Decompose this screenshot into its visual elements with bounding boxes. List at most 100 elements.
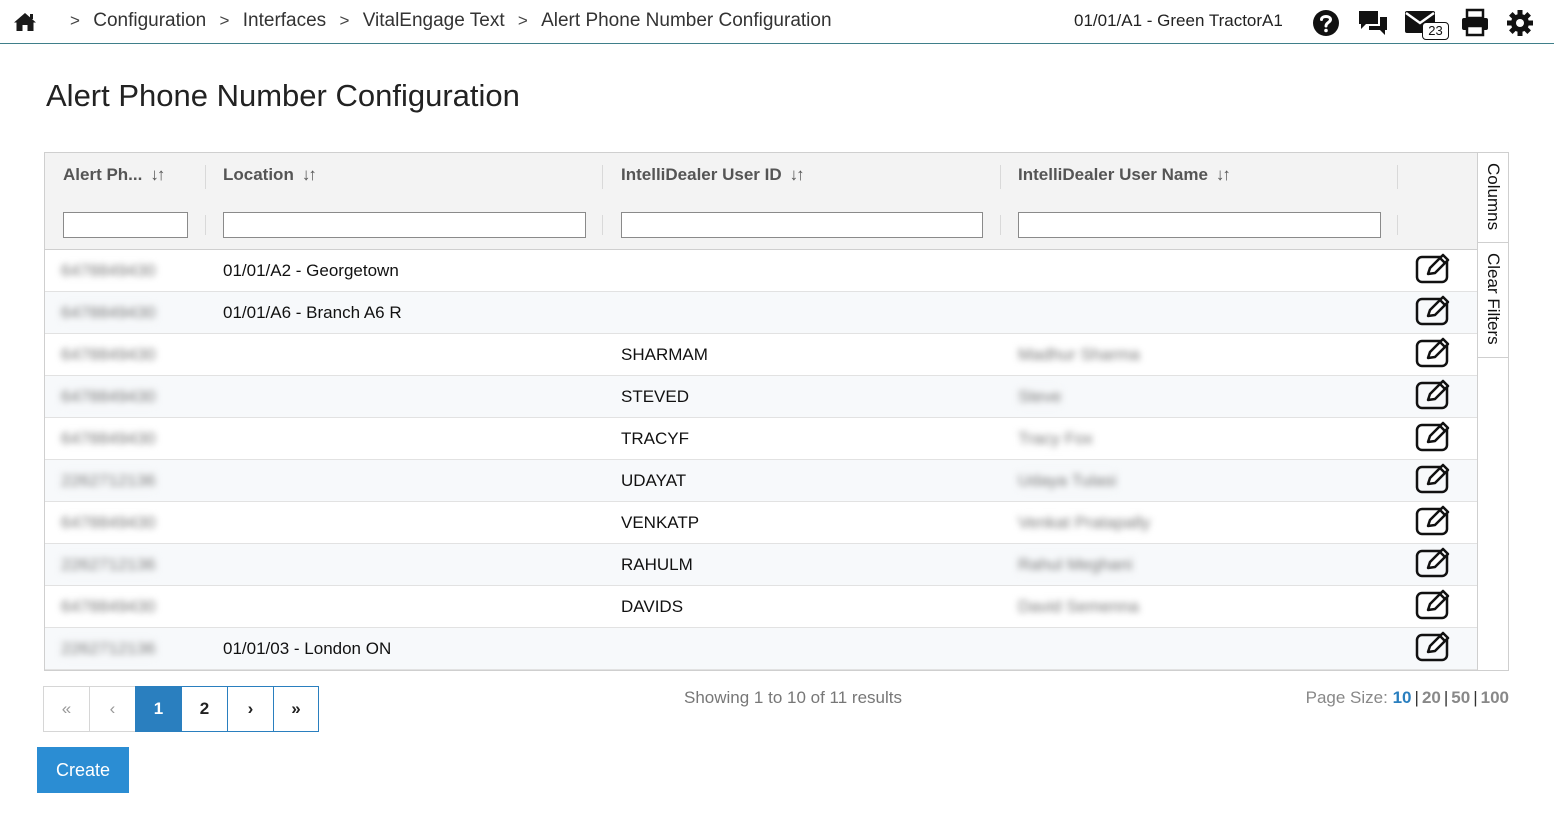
table-row: 2262712136 RAHULM Rahul Meghani — [45, 544, 1479, 586]
results-summary: Showing 1 to 10 of 11 results — [684, 688, 902, 707]
cell-user-name: David Semenna — [1018, 597, 1139, 617]
page-size-label: Page Size: — [1305, 688, 1388, 707]
filter-alert-phone[interactable] — [63, 212, 188, 238]
column-header-location[interactable]: Location ↓↑ — [223, 165, 317, 191]
table-row: 6478849430 SHARMAM Madhur Sharma — [45, 334, 1479, 376]
prev-page-button[interactable]: ‹ — [89, 686, 135, 732]
column-divider[interactable] — [1000, 165, 1001, 189]
table-row: 6478849430 TRACYF Tracy Fox — [45, 418, 1479, 460]
cell-user-name: Steve — [1018, 387, 1062, 407]
store-selector[interactable]: 01/01/A1 - Green TractorA1 — [1074, 11, 1283, 31]
create-button[interactable]: Create — [37, 747, 129, 793]
column-divider[interactable] — [205, 165, 206, 189]
print-icon[interactable] — [1460, 8, 1490, 38]
breadcrumb-vitalengage-text[interactable]: VitalEngage Text — [363, 10, 505, 32]
cell-user-id: VENKATP — [621, 513, 700, 532]
page-button-1[interactable]: 1 — [135, 686, 181, 732]
breadcrumb-interfaces[interactable]: Interfaces — [243, 10, 326, 32]
grid-header: Alert Ph... ↓↑ Location ↓↑ IntelliDealer U… — [45, 153, 1479, 250]
page-size-50[interactable]: 50 — [1451, 688, 1470, 707]
cell-alert-phone: 6478849430 — [61, 303, 156, 323]
page-title: Alert Phone Number Configuration — [46, 78, 520, 113]
page-size-20[interactable]: 20 — [1422, 688, 1441, 707]
edit-icon[interactable] — [1415, 463, 1451, 495]
table-row: 2262712136 UDAYAT Udaya Tulasi — [45, 460, 1479, 502]
page-button-2[interactable]: 2 — [181, 686, 227, 732]
column-divider[interactable] — [602, 165, 603, 189]
help-icon[interactable] — [1312, 8, 1340, 38]
column-header-user-name[interactable]: IntelliDealer User Name ↓↑ — [1018, 165, 1231, 191]
cell-user-name: Udaya Tulasi — [1018, 471, 1117, 491]
edit-icon[interactable] — [1415, 589, 1451, 621]
column-label: Location — [223, 165, 294, 184]
breadcrumb-separator: > — [339, 11, 350, 30]
cell-alert-phone: 2262712136 — [61, 555, 156, 575]
cell-user-id: RAHULM — [621, 555, 693, 574]
filter-user-id[interactable] — [621, 212, 983, 238]
sort-icon[interactable]: ↓↑ — [1216, 165, 1231, 184]
edit-icon[interactable] — [1415, 379, 1451, 411]
cell-alert-phone: 6478849430 — [61, 345, 156, 365]
breadcrumb-configuration[interactable]: Configuration — [93, 10, 206, 32]
column-divider — [1397, 215, 1398, 235]
cell-alert-phone: 2262712136 — [61, 471, 156, 491]
filter-location[interactable] — [223, 212, 586, 238]
edit-icon[interactable] — [1415, 295, 1451, 327]
page-size-100[interactable]: 100 — [1481, 688, 1509, 707]
side-tabs: Columns Clear Filters — [1477, 152, 1509, 671]
sort-icon[interactable]: ↓↑ — [150, 165, 165, 184]
chat-icon[interactable] — [1358, 8, 1388, 38]
cell-location: 01/01/A6 - Branch A6 R — [223, 303, 402, 322]
edit-icon[interactable] — [1415, 337, 1451, 369]
cell-user-name: Rahul Meghani — [1018, 555, 1133, 575]
alert-phone-grid: Alert Ph... ↓↑ Location ↓↑ IntelliDealer U… — [44, 152, 1479, 671]
breadcrumb-current: Alert Phone Number Configuration — [541, 10, 832, 31]
edit-icon[interactable] — [1415, 421, 1451, 453]
cell-user-name: Tracy Fox — [1018, 429, 1093, 449]
table-row: 6478849430 01/01/A2 - Georgetown — [45, 250, 1479, 292]
column-divider[interactable] — [1397, 165, 1398, 189]
page-size-selector: Page Size: 10 | 20 | 50 | 100 — [1305, 688, 1509, 707]
next-page-button[interactable]: › — [227, 686, 273, 732]
home-icon[interactable] — [12, 10, 38, 34]
table-row: 2262712136 01/01/03 - London ON — [45, 628, 1479, 670]
cell-alert-phone: 6478849430 — [61, 513, 156, 533]
cell-user-name: Venkat Pratapally — [1018, 513, 1151, 533]
column-header-user-id[interactable]: IntelliDealer User ID ↓↑ — [621, 165, 805, 191]
cell-user-id: UDAYAT — [621, 471, 687, 490]
gear-icon[interactable] — [1506, 8, 1534, 38]
mail-count-badge: 23 — [1422, 22, 1449, 40]
column-label: IntelliDealer User Name — [1018, 165, 1208, 184]
columns-tab[interactable]: Columns — [1478, 153, 1508, 243]
last-page-button[interactable]: » — [273, 686, 319, 732]
edit-icon[interactable] — [1415, 547, 1451, 579]
breadcrumb-separator: > — [517, 11, 528, 30]
cell-alert-phone: 6478849430 — [61, 387, 156, 407]
column-label: Alert Ph... — [63, 165, 143, 184]
column-label: IntelliDealer User ID — [621, 165, 782, 184]
column-header-alert-phone[interactable]: Alert Ph... ↓↑ — [63, 165, 165, 191]
breadcrumb-separator: > — [219, 11, 230, 30]
sort-icon[interactable]: ↓↑ — [302, 165, 317, 184]
cell-alert-phone: 6478849430 — [61, 597, 156, 617]
clear-filters-tab[interactable]: Clear Filters — [1478, 243, 1508, 358]
top-bar: > Configuration > Interfaces > VitalEnga… — [0, 0, 1554, 44]
cell-location: 01/01/03 - London ON — [223, 639, 392, 658]
edit-icon[interactable] — [1415, 505, 1451, 537]
column-divider — [205, 215, 206, 235]
table-row: 6478849430 DAVIDS David Semenna — [45, 586, 1479, 628]
cell-location: 01/01/A2 - Georgetown — [223, 261, 399, 280]
breadcrumb: > Configuration > Interfaces > VitalEnga… — [62, 10, 832, 32]
page-size-10[interactable]: 10 — [1393, 688, 1412, 707]
edit-icon[interactable] — [1415, 631, 1451, 663]
edit-icon[interactable] — [1415, 253, 1451, 285]
first-page-button[interactable]: « — [43, 686, 89, 732]
cell-user-id: TRACYF — [621, 429, 689, 448]
table-row: 6478849430 STEVED Steve — [45, 376, 1479, 418]
pagination: « ‹ 1 2 › » — [43, 686, 319, 732]
cell-user-id: DAVIDS — [621, 597, 684, 616]
cell-alert-phone: 2262712136 — [61, 639, 156, 659]
table-row: 6478849430 01/01/A6 - Branch A6 R — [45, 292, 1479, 334]
sort-icon[interactable]: ↓↑ — [790, 165, 805, 184]
filter-user-name[interactable] — [1018, 212, 1381, 238]
